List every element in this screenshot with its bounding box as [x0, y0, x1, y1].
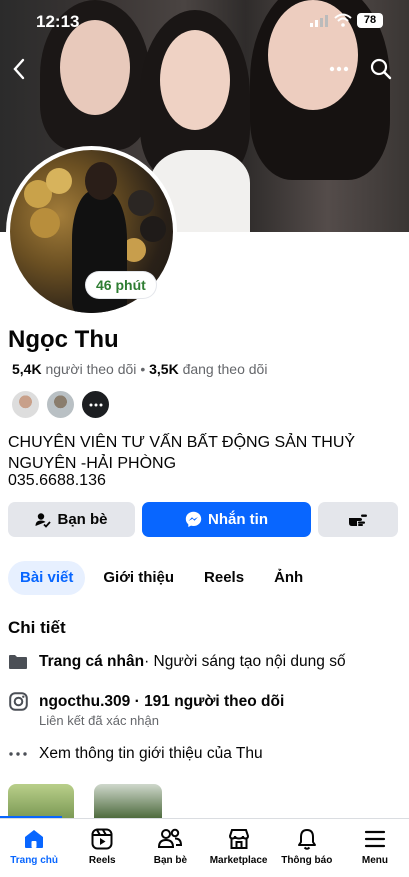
friend-avatar[interactable]	[10, 389, 41, 420]
mutual-friends-row[interactable]	[10, 389, 111, 420]
friends-button[interactable]: Bạn bè	[8, 502, 135, 537]
nav-home-label: Trang chủ	[10, 855, 58, 866]
friend-check-icon	[35, 512, 52, 528]
wifi-icon	[334, 13, 352, 27]
followers-count[interactable]: 5,4K	[12, 361, 42, 377]
back-button[interactable]	[4, 54, 34, 84]
active-time-badge: 46 phút	[86, 272, 156, 298]
detail-page-type: Trang cá nhân · Người sáng tạo nội dung …	[8, 653, 346, 671]
nav-marketplace-label: Marketplace	[209, 855, 268, 866]
bell-icon	[297, 829, 316, 850]
nav-home[interactable]: Trang chủ	[0, 819, 68, 877]
profile-phone: 035.6688.136	[8, 472, 106, 489]
bottom-nav: Trang chủ Reels Bạn bè Marketplace Thông…	[0, 818, 409, 877]
poke-hand-icon	[349, 514, 367, 526]
see-more-about-label[interactable]: Xem thông tin giới thiệu của Thu	[39, 745, 263, 763]
home-icon	[25, 830, 44, 848]
reels-icon	[91, 828, 113, 850]
follow-stats: 5,4K người theo dõi • 3,5K đang theo dõi	[12, 361, 268, 377]
tab-posts[interactable]: Bài viết	[8, 561, 86, 595]
message-button-label: Nhắn tin	[208, 511, 268, 528]
detail-instagram[interactable]: ngocthu.309 · 191 người theo dõi	[8, 692, 284, 711]
search-button[interactable]	[366, 54, 396, 84]
page-type-label: Trang cá nhân	[39, 653, 145, 670]
more-button[interactable]	[324, 54, 354, 84]
chevron-left-icon	[13, 58, 25, 80]
menu-icon	[364, 830, 386, 848]
tab-photos[interactable]: Ảnh	[262, 561, 315, 595]
nav-menu[interactable]: Menu	[341, 819, 409, 877]
followers-label[interactable]: người theo dõi	[45, 361, 136, 377]
featured-thumbnail[interactable]	[8, 784, 74, 818]
tab-reels[interactable]: Reels	[192, 561, 256, 595]
messenger-icon	[185, 511, 202, 527]
bio-line: NGUYÊN -HẢI PHÒNG	[8, 455, 177, 472]
signal-icon	[310, 15, 328, 27]
message-button[interactable]: Nhắn tin	[142, 502, 311, 537]
page-type-category: · Người sáng tạo nội dung số	[144, 653, 346, 670]
more-dots-icon	[89, 403, 102, 406]
nav-menu-label: Menu	[361, 855, 388, 866]
folder-icon	[9, 655, 27, 669]
profile-name: Ngọc Thu	[8, 326, 119, 353]
marketplace-icon	[228, 829, 249, 849]
battery-indicator: 78	[357, 13, 383, 28]
nav-marketplace[interactable]: Marketplace	[205, 819, 273, 877]
details-title: Chi tiết	[8, 618, 66, 637]
friend-avatar[interactable]	[45, 389, 76, 420]
search-icon	[370, 58, 392, 80]
instagram-handle[interactable]: ngocthu.309 · 191 người theo dõi	[39, 693, 284, 711]
more-dots-icon	[329, 66, 349, 72]
nav-reels[interactable]: Reels	[68, 819, 136, 877]
nav-notifications-label: Thông báo	[281, 855, 333, 866]
see-more-about[interactable]: Xem thông tin giới thiệu của Thu	[8, 745, 263, 763]
friends-button-label: Bạn bè	[57, 511, 108, 528]
tab-about[interactable]: Giới thiệu	[91, 561, 186, 595]
nav-friends-label: Bạn bè	[153, 855, 188, 866]
following-count[interactable]: 3,5K	[149, 361, 179, 377]
featured-thumbnail[interactable]	[94, 784, 162, 818]
instagram-icon	[8, 692, 28, 711]
bio-line: CHUYÊN VIÊN TƯ VẤN BẤT ĐỘNG SẢN THUỶ	[8, 434, 356, 451]
following-label[interactable]: đang theo dõi	[183, 361, 268, 377]
nav-notifications[interactable]: Thông báo	[273, 819, 341, 877]
profile-bio: CHUYÊN VIÊN TƯ VẤN BẤT ĐỘNG SẢN THUỶ NGU…	[8, 432, 403, 474]
status-time: 12:13	[36, 12, 80, 31]
status-bar: 12:13 78	[0, 0, 409, 42]
instagram-verified-note: Liên kết đã xác nhận	[39, 713, 159, 728]
profile-tabs: Bài viết Giới thiệu Reels Ảnh	[8, 561, 321, 595]
more-friends-avatar[interactable]	[80, 389, 111, 420]
friends-icon	[158, 828, 183, 848]
nav-friends[interactable]: Bạn bè	[136, 819, 204, 877]
nav-reels-label: Reels	[88, 855, 116, 866]
more-dots-icon	[9, 752, 27, 756]
poke-button[interactable]	[318, 502, 398, 537]
